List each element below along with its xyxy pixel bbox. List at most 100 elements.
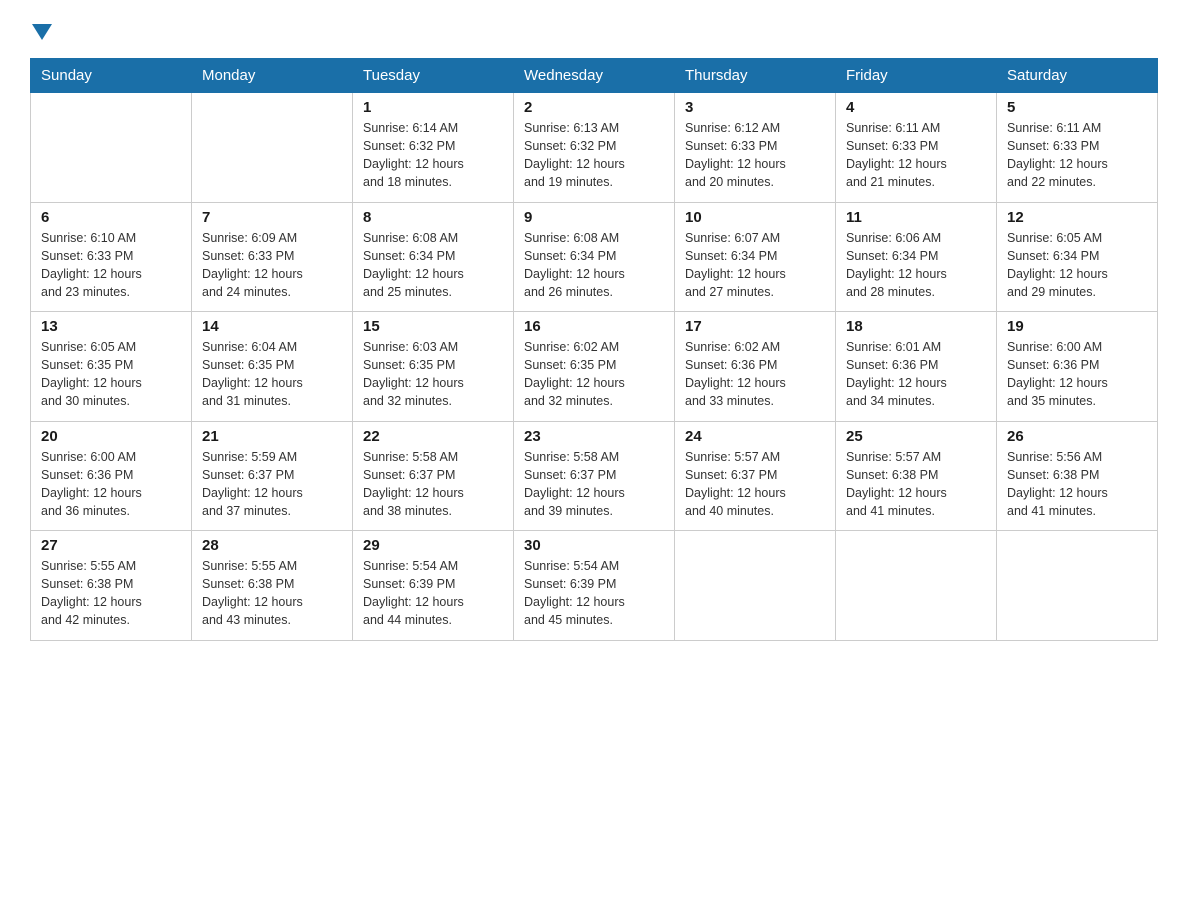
calendar-cell <box>836 531 997 641</box>
day-number: 6 <box>41 209 181 226</box>
day-info: Sunrise: 5:54 AMSunset: 6:39 PMDaylight:… <box>524 557 664 630</box>
weekday-header-row: SundayMondayTuesdayWednesdayThursdayFrid… <box>31 59 1158 93</box>
day-info: Sunrise: 5:56 AMSunset: 6:38 PMDaylight:… <box>1007 448 1147 521</box>
page-header <box>30 20 1158 40</box>
calendar-table: SundayMondayTuesdayWednesdayThursdayFrid… <box>30 58 1158 641</box>
calendar-cell: 4Sunrise: 6:11 AMSunset: 6:33 PMDaylight… <box>836 93 997 203</box>
day-info: Sunrise: 6:00 AMSunset: 6:36 PMDaylight:… <box>1007 338 1147 411</box>
calendar-cell: 16 Sunrise: 6:02 AMSunset: 6:35 PMDayligh… <box>514 312 675 422</box>
day-number: 30 <box>524 537 664 554</box>
calendar-cell: 22 Sunrise: 5:58 AMSunset: 6:37 PMDayligh… <box>353 421 514 531</box>
calendar-week-row: 27 Sunrise: 5:55 AMSunset: 6:38 PMDayligh… <box>31 531 1158 641</box>
day-info: Sunrise: 6:06 AMSunset: 6:34 PMDaylight:… <box>846 229 986 302</box>
day-info: Sunrise: 6:10 AMSunset: 6:33 PMDaylight:… <box>41 229 181 302</box>
day-info: Sunrise: 6:02 AMSunset: 6:36 PMDaylight:… <box>685 338 825 411</box>
day-info: Sunrise: 6:01 AMSunset: 6:36 PMDaylight:… <box>846 338 986 411</box>
day-number: 7 <box>202 209 342 226</box>
day-info: Sunrise: 6:14 AMSunset: 6:32 PMDaylight:… <box>363 119 503 192</box>
calendar-cell: 6 Sunrise: 6:10 AMSunset: 6:33 PMDaylight… <box>31 202 192 312</box>
weekday-header-sunday: Sunday <box>31 59 192 93</box>
day-info: Sunrise: 6:07 AMSunset: 6:34 PMDaylight:… <box>685 229 825 302</box>
day-info: Sunrise: 6:11 AMSunset: 6:33 PMDaylight:… <box>1007 119 1147 192</box>
calendar-week-row: 20 Sunrise: 6:00 AMSunset: 6:36 PMDayligh… <box>31 421 1158 531</box>
calendar-cell <box>675 531 836 641</box>
weekday-header-thursday: Thursday <box>675 59 836 93</box>
calendar-cell: 2Sunrise: 6:13 AMSunset: 6:32 PMDaylight… <box>514 93 675 203</box>
day-number: 22 <box>363 428 503 445</box>
day-number: 28 <box>202 537 342 554</box>
calendar-cell: 17 Sunrise: 6:02 AMSunset: 6:36 PMDayligh… <box>675 312 836 422</box>
calendar-cell: 29 Sunrise: 5:54 AMSunset: 6:39 PMDayligh… <box>353 531 514 641</box>
day-number: 27 <box>41 537 181 554</box>
calendar-cell: 30 Sunrise: 5:54 AMSunset: 6:39 PMDayligh… <box>514 531 675 641</box>
day-info: Sunrise: 5:58 AMSunset: 6:37 PMDaylight:… <box>524 448 664 521</box>
day-number: 1 <box>363 99 503 116</box>
day-number: 24 <box>685 428 825 445</box>
day-info: Sunrise: 6:12 AMSunset: 6:33 PMDaylight:… <box>685 119 825 192</box>
calendar-cell: 10 Sunrise: 6:07 AMSunset: 6:34 PMDayligh… <box>675 202 836 312</box>
day-info: Sunrise: 6:08 AMSunset: 6:34 PMDaylight:… <box>524 229 664 302</box>
logo <box>30 20 52 40</box>
calendar-cell: 14Sunrise: 6:04 AMSunset: 6:35 PMDayligh… <box>192 312 353 422</box>
calendar-week-row: 13 Sunrise: 6:05 AMSunset: 6:35 PMDayligh… <box>31 312 1158 422</box>
day-info: Sunrise: 5:59 AMSunset: 6:37 PMDaylight:… <box>202 448 342 521</box>
day-info: Sunrise: 5:54 AMSunset: 6:39 PMDaylight:… <box>363 557 503 630</box>
calendar-cell: 25 Sunrise: 5:57 AMSunset: 6:38 PMDayligh… <box>836 421 997 531</box>
day-number: 13 <box>41 318 181 335</box>
calendar-cell: 3Sunrise: 6:12 AMSunset: 6:33 PMDaylight… <box>675 93 836 203</box>
day-number: 12 <box>1007 209 1147 226</box>
day-info: Sunrise: 6:11 AMSunset: 6:33 PMDaylight:… <box>846 119 986 192</box>
day-info: Sunrise: 6:02 AMSunset: 6:35 PMDaylight:… <box>524 338 664 411</box>
day-info: Sunrise: 6:09 AMSunset: 6:33 PMDaylight:… <box>202 229 342 302</box>
calendar-cell: 24 Sunrise: 5:57 AMSunset: 6:37 PMDayligh… <box>675 421 836 531</box>
calendar-cell: 28 Sunrise: 5:55 AMSunset: 6:38 PMDayligh… <box>192 531 353 641</box>
day-info: Sunrise: 6:05 AMSunset: 6:35 PMDaylight:… <box>41 338 181 411</box>
day-number: 14 <box>202 318 342 335</box>
calendar-cell: 18 Sunrise: 6:01 AMSunset: 6:36 PMDayligh… <box>836 312 997 422</box>
day-info: Sunrise: 5:55 AMSunset: 6:38 PMDaylight:… <box>41 557 181 630</box>
calendar-cell: 27 Sunrise: 5:55 AMSunset: 6:38 PMDayligh… <box>31 531 192 641</box>
day-info: Sunrise: 5:58 AMSunset: 6:37 PMDaylight:… <box>363 448 503 521</box>
weekday-header-monday: Monday <box>192 59 353 93</box>
calendar-cell <box>31 93 192 203</box>
day-number: 29 <box>363 537 503 554</box>
day-number: 16 <box>524 318 664 335</box>
calendar-cell: 23 Sunrise: 5:58 AMSunset: 6:37 PMDayligh… <box>514 421 675 531</box>
day-number: 15 <box>363 318 503 335</box>
calendar-week-row: 1 Sunrise: 6:14 AMSunset: 6:32 PMDaylight… <box>31 93 1158 203</box>
calendar-cell: 26 Sunrise: 5:56 AMSunset: 6:38 PMDayligh… <box>997 421 1158 531</box>
day-number: 10 <box>685 209 825 226</box>
calendar-cell: 9 Sunrise: 6:08 AMSunset: 6:34 PMDaylight… <box>514 202 675 312</box>
calendar-cell: 20 Sunrise: 6:00 AMSunset: 6:36 PMDayligh… <box>31 421 192 531</box>
day-number: 18 <box>846 318 986 335</box>
day-number: 9 <box>524 209 664 226</box>
day-number: 17 <box>685 318 825 335</box>
calendar-cell: 11 Sunrise: 6:06 AMSunset: 6:34 PMDayligh… <box>836 202 997 312</box>
day-number: 11 <box>846 209 986 226</box>
day-info: Sunrise: 6:05 AMSunset: 6:34 PMDaylight:… <box>1007 229 1147 302</box>
day-number: 2 <box>524 99 664 116</box>
calendar-cell <box>192 93 353 203</box>
day-info: Sunrise: 5:57 AMSunset: 6:37 PMDaylight:… <box>685 448 825 521</box>
calendar-cell: 8 Sunrise: 6:08 AMSunset: 6:34 PMDaylight… <box>353 202 514 312</box>
day-number: 20 <box>41 428 181 445</box>
weekday-header-saturday: Saturday <box>997 59 1158 93</box>
day-number: 25 <box>846 428 986 445</box>
calendar-cell: 19Sunrise: 6:00 AMSunset: 6:36 PMDayligh… <box>997 312 1158 422</box>
calendar-cell: 7 Sunrise: 6:09 AMSunset: 6:33 PMDaylight… <box>192 202 353 312</box>
logo-triangle-icon <box>32 24 52 40</box>
day-number: 23 <box>524 428 664 445</box>
weekday-header-tuesday: Tuesday <box>353 59 514 93</box>
calendar-cell: 12 Sunrise: 6:05 AMSunset: 6:34 PMDayligh… <box>997 202 1158 312</box>
day-number: 5 <box>1007 99 1147 116</box>
calendar-cell: 21Sunrise: 5:59 AMSunset: 6:37 PMDayligh… <box>192 421 353 531</box>
day-info: Sunrise: 6:00 AMSunset: 6:36 PMDaylight:… <box>41 448 181 521</box>
day-number: 26 <box>1007 428 1147 445</box>
calendar-cell: 13 Sunrise: 6:05 AMSunset: 6:35 PMDayligh… <box>31 312 192 422</box>
weekday-header-friday: Friday <box>836 59 997 93</box>
day-info: Sunrise: 5:55 AMSunset: 6:38 PMDaylight:… <box>202 557 342 630</box>
day-info: Sunrise: 6:08 AMSunset: 6:34 PMDaylight:… <box>363 229 503 302</box>
day-info: Sunrise: 5:57 AMSunset: 6:38 PMDaylight:… <box>846 448 986 521</box>
day-number: 8 <box>363 209 503 226</box>
day-info: Sunrise: 6:03 AMSunset: 6:35 PMDaylight:… <box>363 338 503 411</box>
